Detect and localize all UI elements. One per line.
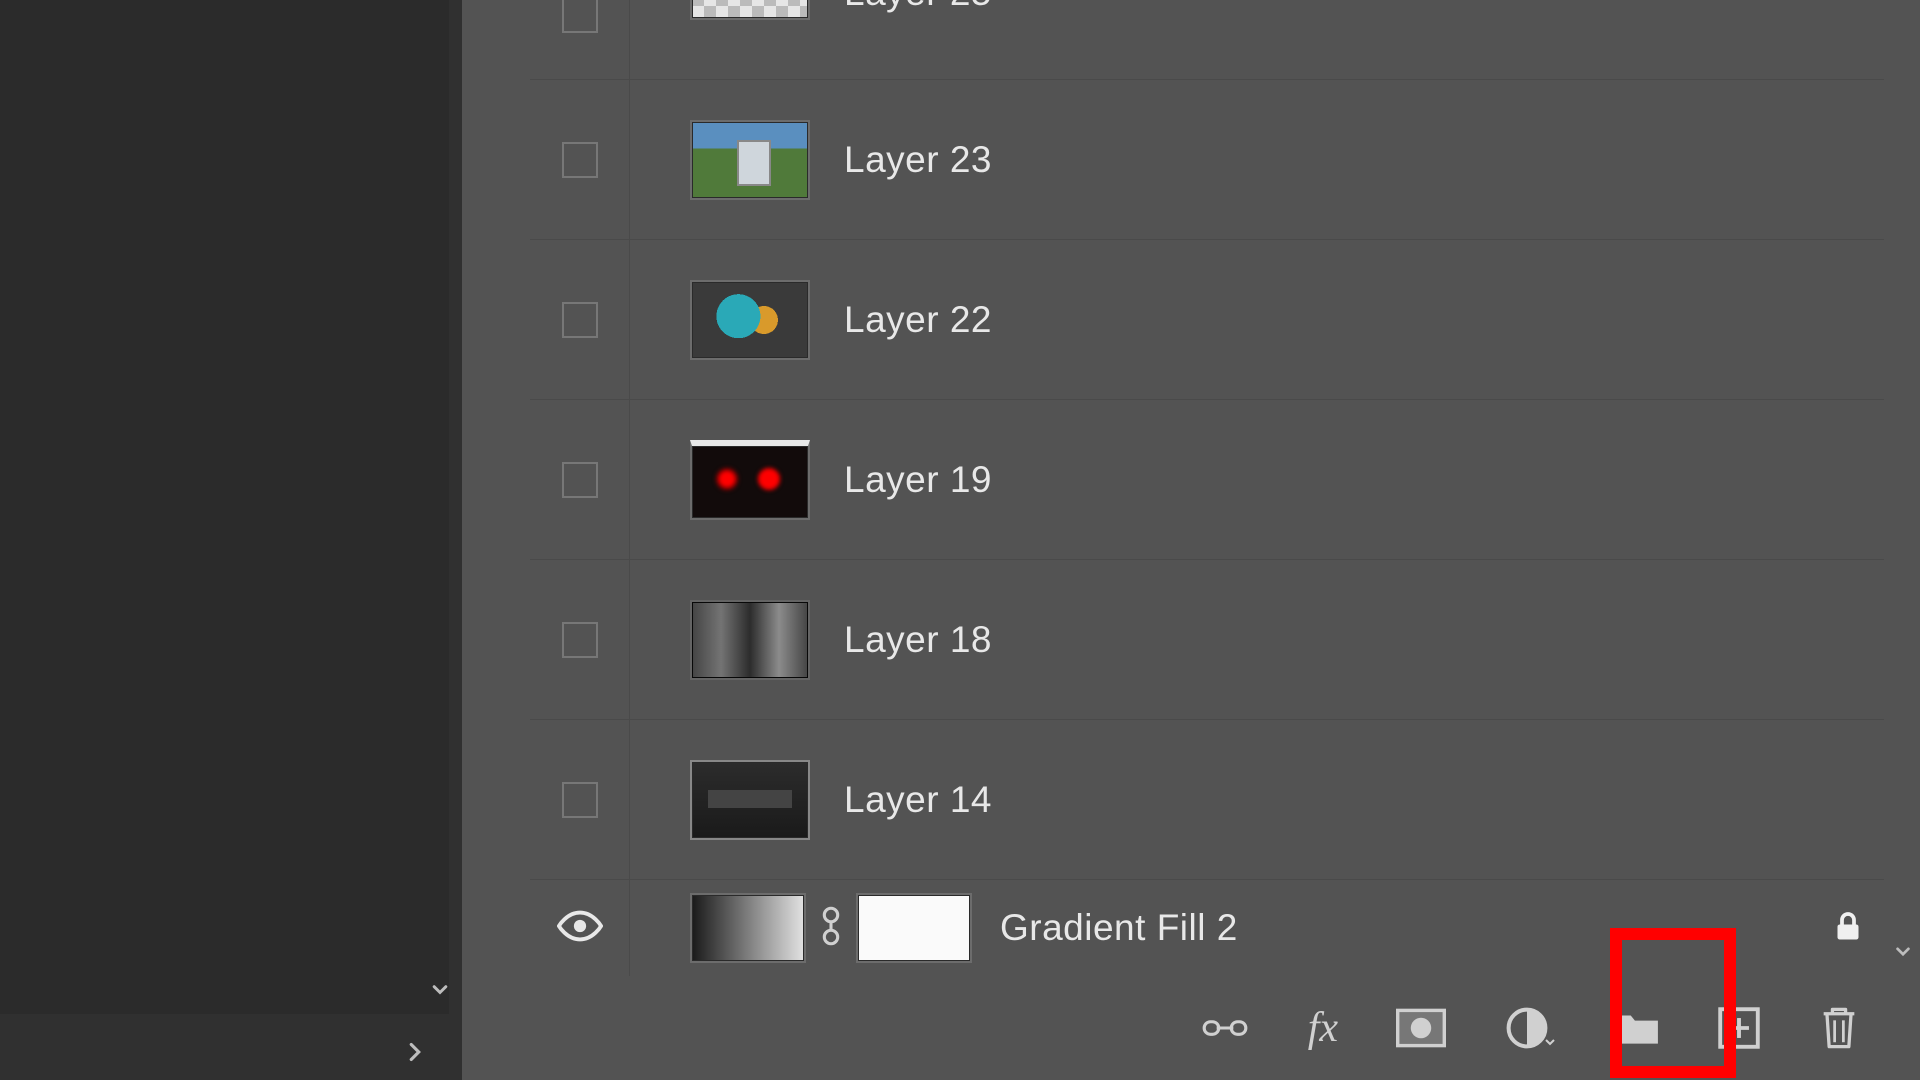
- visibility-toggle[interactable]: [562, 622, 598, 658]
- chevron-down-icon[interactable]: [1890, 938, 1916, 969]
- layer-thumbnail[interactable]: [690, 280, 810, 360]
- mask-link-icon[interactable]: [816, 904, 846, 953]
- layers-bottom-toolbar: fx: [530, 976, 1920, 1080]
- visibility-toggle[interactable]: [562, 782, 598, 818]
- layer-name-label[interactable]: Layer 25: [844, 0, 992, 14]
- layer-thumbnail[interactable]: [690, 600, 810, 680]
- delete-layer-icon[interactable]: [1818, 1005, 1860, 1051]
- visibility-toggle[interactable]: [562, 462, 598, 498]
- layer-row[interactable]: Layer 23: [530, 80, 1884, 240]
- layer-thumbnail[interactable]: [690, 440, 810, 520]
- eye-icon[interactable]: [557, 903, 603, 954]
- left-side-panel: [0, 0, 462, 1080]
- layer-row[interactable]: Layer 18: [530, 560, 1884, 720]
- layer-row[interactable]: Layer 19: [530, 400, 1884, 560]
- link-layers-icon[interactable]: [1200, 1008, 1250, 1048]
- layer-thumbnail[interactable]: [690, 0, 810, 20]
- layer-list: Layer 25 Layer 23 Layer 22 Layer 19 Laye…: [530, 0, 1884, 976]
- layer-name-label[interactable]: Gradient Fill 2: [1000, 907, 1238, 949]
- canvas-area: [0, 0, 449, 1014]
- fill-thumbnail[interactable]: [690, 893, 806, 963]
- layer-name-label[interactable]: Layer 22: [844, 299, 992, 341]
- layers-panel: Layer 25 Layer 23 Layer 22 Layer 19 Laye…: [462, 0, 1920, 1080]
- new-group-icon[interactable]: [1614, 1008, 1660, 1048]
- visibility-toggle[interactable]: [562, 0, 598, 33]
- visibility-toggle[interactable]: [562, 142, 598, 178]
- layer-row-fill[interactable]: Gradient Fill 2: [530, 880, 1884, 976]
- layer-name-label[interactable]: Layer 14: [844, 779, 992, 821]
- visibility-toggle[interactable]: [562, 302, 598, 338]
- mask-thumbnail[interactable]: [856, 893, 972, 963]
- new-layer-icon[interactable]: [1718, 1007, 1760, 1049]
- layer-row[interactable]: Layer 22: [530, 240, 1884, 400]
- layer-name-label[interactable]: Layer 23: [844, 139, 992, 181]
- layer-thumbnail[interactable]: DP A IN: [690, 760, 810, 840]
- layer-name-label[interactable]: Layer 18: [844, 619, 992, 661]
- expand-chevron-icon[interactable]: [400, 1037, 430, 1072]
- layer-name-label[interactable]: Layer 19: [844, 459, 992, 501]
- collapse-chevron-icon[interactable]: [426, 975, 454, 1008]
- layer-row[interactable]: DP A IN Layer 14: [530, 720, 1884, 880]
- visibility-column: [530, 880, 630, 976]
- adjustment-layer-icon[interactable]: [1504, 1005, 1556, 1051]
- visibility-column: [530, 0, 630, 79]
- indent: [630, 0, 690, 79]
- add-mask-icon[interactable]: [1396, 1008, 1446, 1048]
- layer-style-fx-icon[interactable]: fx: [1308, 1004, 1338, 1052]
- layer-thumbnail[interactable]: [690, 120, 810, 200]
- layer-row[interactable]: Layer 25: [530, 0, 1884, 80]
- lock-icon[interactable]: [1830, 908, 1866, 949]
